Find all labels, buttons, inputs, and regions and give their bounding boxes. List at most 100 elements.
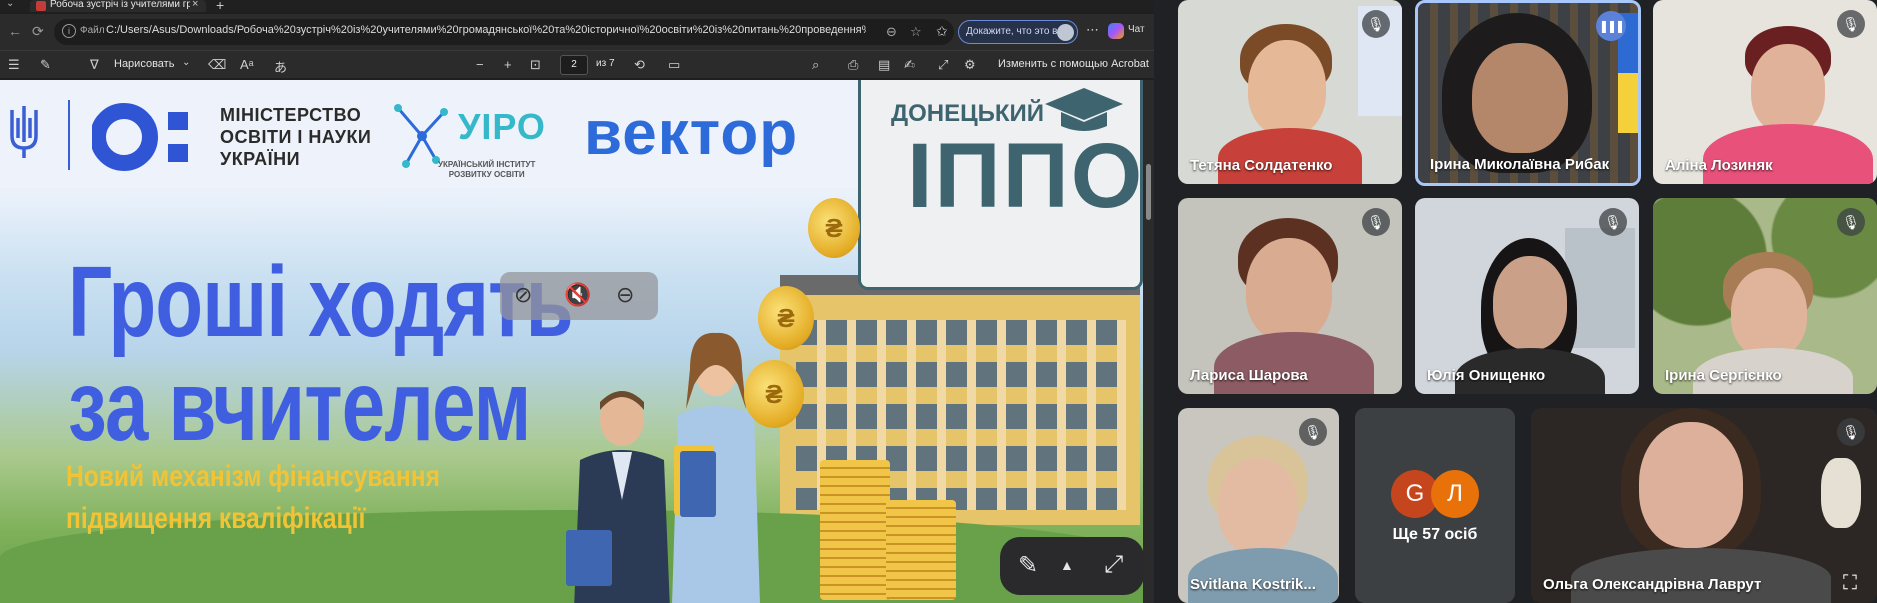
tab-active[interactable]: Робоча зустріч із учителями гро × [30,0,206,12]
annotate-icon[interactable]: ✎ [1018,551,1038,580]
edit-icon[interactable]: ✍ [904,57,915,73]
pdf-scrollbar-thumb[interactable] [1146,164,1151,220]
face [1472,43,1568,153]
draw-chevron-icon[interactable]: ⌄ [182,57,190,68]
tab-title: Робоча зустріч із учителями гро [50,0,190,10]
participant-tile[interactable]: 🎙 Ольга Олександрівна Лаврут [1531,408,1877,603]
tab-bar: ⌄ Робоча зустріч із учителями гро × + [0,0,1154,13]
page-count: из 7 [596,58,615,69]
mic-off-icon: 🎙 [1362,10,1390,38]
participant-name: Аліна Лозиняк [1665,157,1773,174]
profile-button[interactable]: Докажите, что это вы [958,20,1078,44]
copilot-icon[interactable] [1108,23,1124,39]
participant-tile[interactable]: 🎙 Юлія Онищенко [1415,198,1639,394]
speaking-indicator-icon: ❚❚❚ [1596,11,1626,41]
vektor-logo: вектор [584,99,799,168]
face [1246,238,1332,342]
logo-divider [68,100,70,170]
clothing [1214,332,1374,394]
face [1639,422,1743,548]
ippo-title: ІППО [907,125,1143,227]
crop-icon[interactable]: ⛶ [1843,572,1857,595]
rotate-icon[interactable]: ⟲ [634,57,645,73]
url-text[interactable]: C:/Users/Asus/Downloads/Робоча%20зустріч… [106,24,866,36]
participant-name: Svitlana Kostrik... [1190,576,1316,593]
new-tab-button[interactable]: + [216,0,224,13]
more-participants-tile[interactable]: G Л Ще 57 осіб [1355,408,1515,603]
coin-image: ₴ [808,198,860,258]
favorite-star-icon[interactable]: ☆ [910,24,922,40]
floating-tile-controls: ⊘ 🔇 ⊖ [500,272,658,320]
zoom-out-icon[interactable]: − [476,57,484,72]
face [1248,40,1326,136]
mic-off-icon: 🎙 [1299,418,1327,446]
eraser-icon[interactable]: ⌫ [208,57,226,73]
clothing [1218,128,1362,184]
menu-up-icon[interactable]: ▲ [1060,557,1074,573]
pdf-slide: МІНІСТЕРСТВО ОСВІТИ І НАУКИ УКРАЇНИ УІРО… [0,80,1143,603]
reload-icon[interactable]: ⟳ [32,23,44,40]
tab-list-icon[interactable]: ⌄ [6,0,14,9]
coin-stack-image [820,460,890,600]
participant-name: Ірина Сергієнко [1665,367,1782,384]
participant-name: Ольга Олександрівна Лаврут [1543,576,1762,593]
mic-off-icon: 🎙 [1837,418,1865,446]
participant-tile-active[interactable]: ❚❚❚ Ірина Миколаївна Рибак [1415,0,1641,186]
trident-icon [10,106,38,158]
more-participants-label: Ще 57 осіб [1392,526,1478,543]
coin-image: ₴ [744,360,804,428]
search-icon[interactable]: ⌕ [812,57,819,73]
text-icon[interactable]: Aᵃ [240,57,254,72]
draw-icon[interactable]: ∇ [90,57,99,73]
slide-headline: Гроші ходять за вчителем [68,246,574,462]
settings-icon[interactable]: ⚙ [964,57,976,73]
participant-tile[interactable]: 🎙 Ірина Сергієнко [1653,198,1877,394]
coin-stack-image [886,500,956,600]
uiro-title: УІРО [458,106,546,147]
fullscreen-icon[interactable]: ⤢ [938,57,948,73]
favorites-icon[interactable]: ✩ [936,23,948,40]
slide-subheadline: Новий механізм фінансування підвищення к… [66,460,440,535]
participant-tile[interactable]: 🎙 Аліна Лозиняк [1653,0,1877,184]
mic-off-icon: 🎙 [1837,208,1865,236]
coin-image: ₴ [758,286,814,350]
face [1218,458,1298,554]
two-page-icon[interactable]: ▭ [668,57,680,73]
contents-icon[interactable]: ☰ [8,57,20,73]
chat-label[interactable]: Чат [1128,24,1145,35]
mute-icon[interactable]: 🔇 [564,282,591,308]
mic-off-icon: 🎙 [1599,208,1627,236]
back-icon[interactable]: ← [8,23,22,39]
ministry-logo-icon [92,103,188,171]
face [1751,44,1825,134]
highlight-icon[interactable]: ✎ [40,57,51,73]
participant-name: Лариса Шарова [1190,367,1308,384]
zoom-icon[interactable]: ⊖ [886,24,897,40]
page-number-input[interactable]: 2 [560,55,588,75]
tab-close-icon[interactable]: × [192,0,198,10]
uiro-subtitle: УКРАЇНСЬКИЙ ІНСТИТУТ РОЗВИТКУ ОСВІТИ [438,160,536,179]
draw-button[interactable]: Нарисовать [114,58,174,70]
more-icon[interactable]: ⋯ [1086,22,1099,38]
acrobat-button[interactable]: Изменить с помощью Acrobat [998,58,1149,70]
fit-page-icon[interactable]: ⊡ [530,57,541,73]
zoom-in-icon[interactable]: + [504,57,512,72]
participant-tile[interactable]: 🎙 Svitlana Kostrik... [1178,408,1339,603]
pin-off-icon[interactable]: ⊘ [514,282,532,308]
expand-icon[interactable]: ⤢ [1104,551,1123,579]
save-as-icon[interactable]: ▤ [878,57,890,73]
participant-name: Ірина Миколаївна Рибак [1430,156,1610,173]
pdf-scrollbar[interactable] [1143,80,1154,603]
remove-icon[interactable]: ⊖ [616,282,634,308]
browser-window: ⌄ Робоча зустріч із учителями гро × + ← … [0,0,1154,603]
participant-tile[interactable]: 🎙 Лариса Шарова [1178,198,1402,394]
read-aloud-icon[interactable]: あ [274,57,287,76]
toy-image [1821,458,1861,528]
screen: ⌄ Робоча зустріч із учителями гро × + ← … [0,0,1877,603]
site-info-icon[interactable]: i [62,24,76,38]
address-bar[interactable]: i Файл C:/Users/Asus/Downloads/Робоча%20… [54,19,954,45]
participant-tile[interactable]: 🎙 Тетяна Солдатенко [1178,0,1402,184]
print-icon[interactable]: ⎙ [848,57,858,73]
participant-name: Тетяна Солдатенко [1190,157,1333,174]
avatar: Л [1431,470,1479,518]
